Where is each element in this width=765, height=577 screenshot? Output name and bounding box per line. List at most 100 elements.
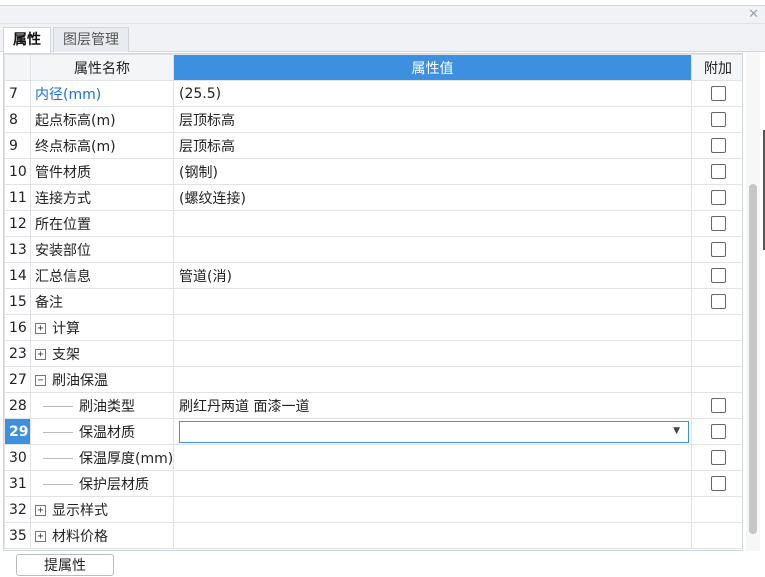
property-value-cell[interactable] <box>173 470 692 497</box>
property-value-cell[interactable] <box>173 496 692 523</box>
table-row[interactable]: 11 连接方式 (螺纹连接) <box>4 184 742 211</box>
property-value-cell[interactable]: (钢制) <box>173 158 692 185</box>
row-index: 12 <box>4 210 31 237</box>
tab-properties[interactable]: 属性 <box>3 27 51 53</box>
row-index: 9 <box>4 132 31 159</box>
property-value-cell[interactable]: (螺纹连接) <box>173 184 692 211</box>
extra-checkbox[interactable] <box>710 190 726 205</box>
property-value-cell[interactable]: 层顶标高 <box>173 106 692 133</box>
tree-indent-line <box>43 406 73 407</box>
extra-cell <box>691 444 742 471</box>
property-name-cell: 终点标高(m) <box>30 132 174 159</box>
table-row[interactable]: 31 保护层材质 <box>4 470 742 497</box>
extra-cell <box>691 392 742 419</box>
extra-checkbox[interactable] <box>710 294 726 309</box>
table-row[interactable]: 29 保温材质 ▼ <box>4 418 742 445</box>
collapse-icon[interactable]: − <box>35 375 46 386</box>
table-row[interactable]: 23 + 支架 <box>4 340 742 367</box>
table-row[interactable]: 13 安装部位 <box>4 236 742 263</box>
property-value-cell[interactable] <box>173 210 692 237</box>
expand-icon[interactable]: + <box>35 531 46 542</box>
extra-cell <box>691 236 742 263</box>
property-name-cell: − 刷油保温 <box>30 366 174 393</box>
property-value-cell[interactable] <box>173 340 692 367</box>
property-name: 刷油类型 <box>79 398 135 415</box>
table-row[interactable]: 10 管件材质 (钢制) <box>4 158 742 185</box>
extra-checkbox[interactable] <box>710 216 726 231</box>
extra-checkbox[interactable] <box>710 424 726 439</box>
extract-properties-button[interactable]: 提属性 <box>16 554 114 576</box>
table-row[interactable]: 27− 刷油保温 <box>4 366 742 393</box>
extra-cell <box>691 80 742 107</box>
row-index: 30 <box>4 444 31 471</box>
table-row[interactable]: 28 刷油类型 刷红丹两道 面漆一道 <box>4 392 742 419</box>
property-name-cell: 管件材质 <box>30 158 174 185</box>
extra-checkbox[interactable] <box>710 138 726 153</box>
property-name-cell: 保温厚度(mm) <box>30 444 174 471</box>
property-value-cell[interactable]: (25.5) <box>173 80 692 107</box>
table-row[interactable]: 15 备注 <box>4 288 742 315</box>
property-name-cell: + 支架 <box>30 340 174 367</box>
value-dropdown[interactable]: ▼ <box>179 420 689 443</box>
header-extra: 附加 <box>691 54 742 81</box>
expand-icon[interactable]: + <box>35 349 46 360</box>
extra-checkbox[interactable] <box>710 164 726 179</box>
table-row[interactable]: 16 + 计算 <box>4 314 742 341</box>
property-name-cell: 刷油类型 <box>30 392 174 419</box>
property-name: 内径(mm) <box>35 86 102 103</box>
property-grid: 属性名称 属性值 附加 7 内径(mm) (25.5) 8 起点标高(m) 层顶标高 9 终点… <box>3 53 743 551</box>
close-icon[interactable]: ✕ <box>748 7 759 22</box>
property-name: 备注 <box>35 294 63 311</box>
extra-checkbox[interactable] <box>710 242 726 257</box>
property-value-cell[interactable]: 层顶标高 <box>173 132 692 159</box>
expand-icon[interactable]: + <box>35 505 46 516</box>
table-row[interactable]: 30 保温厚度(mm) <box>4 444 742 471</box>
property-name: 材料价格 <box>52 528 108 545</box>
property-value-cell[interactable]: 刷红丹两道 面漆一道 <box>173 392 692 419</box>
row-index: 13 <box>4 236 31 263</box>
row-index: 8 <box>4 106 31 133</box>
expand-icon[interactable]: + <box>35 323 46 334</box>
header-index <box>4 54 31 81</box>
property-value-cell[interactable] <box>173 288 692 315</box>
extra-checkbox[interactable] <box>710 112 726 127</box>
property-value-cell[interactable]: ▼ <box>173 418 692 445</box>
table-row[interactable]: 8 起点标高(m) 层顶标高 <box>4 106 742 133</box>
extra-checkbox[interactable] <box>710 398 726 413</box>
header-name: 属性名称 <box>30 54 174 81</box>
property-name-cell: 保护层材质 <box>30 470 174 497</box>
property-name-cell: + 计算 <box>30 314 174 341</box>
extra-checkbox[interactable] <box>710 268 726 283</box>
property-name-cell: + 材料价格 <box>30 522 174 549</box>
extra-cell <box>691 470 742 497</box>
property-name-cell: 内径(mm) <box>30 80 174 107</box>
scrollbar-thumb[interactable] <box>749 184 757 534</box>
extra-checkbox[interactable] <box>710 476 726 491</box>
property-name: 保温厚度(mm) <box>79 450 174 467</box>
property-value-cell[interactable]: 管道(消) <box>173 262 692 289</box>
property-name-cell: 所在位置 <box>30 210 174 237</box>
table-row[interactable]: 14 汇总信息 管道(消) <box>4 262 742 289</box>
extra-checkbox[interactable] <box>710 86 726 101</box>
property-name-cell: 安装部位 <box>30 236 174 263</box>
property-value-cell[interactable] <box>173 236 692 263</box>
property-value-cell[interactable] <box>173 366 692 393</box>
table-row[interactable]: 12 所在位置 <box>4 210 742 237</box>
table-row[interactable]: 35 + 材料价格 <box>4 522 742 549</box>
row-index: 16 <box>4 314 31 341</box>
table-row[interactable]: 7 内径(mm) (25.5) <box>4 80 742 107</box>
property-name: 支架 <box>52 346 80 363</box>
property-name: 计算 <box>52 320 80 337</box>
table-row[interactable]: 32 + 显示样式 <box>4 496 742 523</box>
row-index: 15 <box>4 288 31 315</box>
tab-layer-management[interactable]: 图层管理 <box>53 27 129 52</box>
property-name-cell: 备注 <box>30 288 174 315</box>
table-row[interactable]: 9 终点标高(m) 层顶标高 <box>4 132 742 159</box>
property-value-cell[interactable] <box>173 522 692 549</box>
property-value-cell[interactable] <box>173 314 692 341</box>
property-value-cell[interactable] <box>173 444 692 471</box>
chevron-down-icon[interactable]: ▼ <box>673 426 680 436</box>
extra-cell <box>691 184 742 211</box>
extra-checkbox[interactable] <box>710 450 726 465</box>
property-value: (钢制) <box>179 164 218 181</box>
